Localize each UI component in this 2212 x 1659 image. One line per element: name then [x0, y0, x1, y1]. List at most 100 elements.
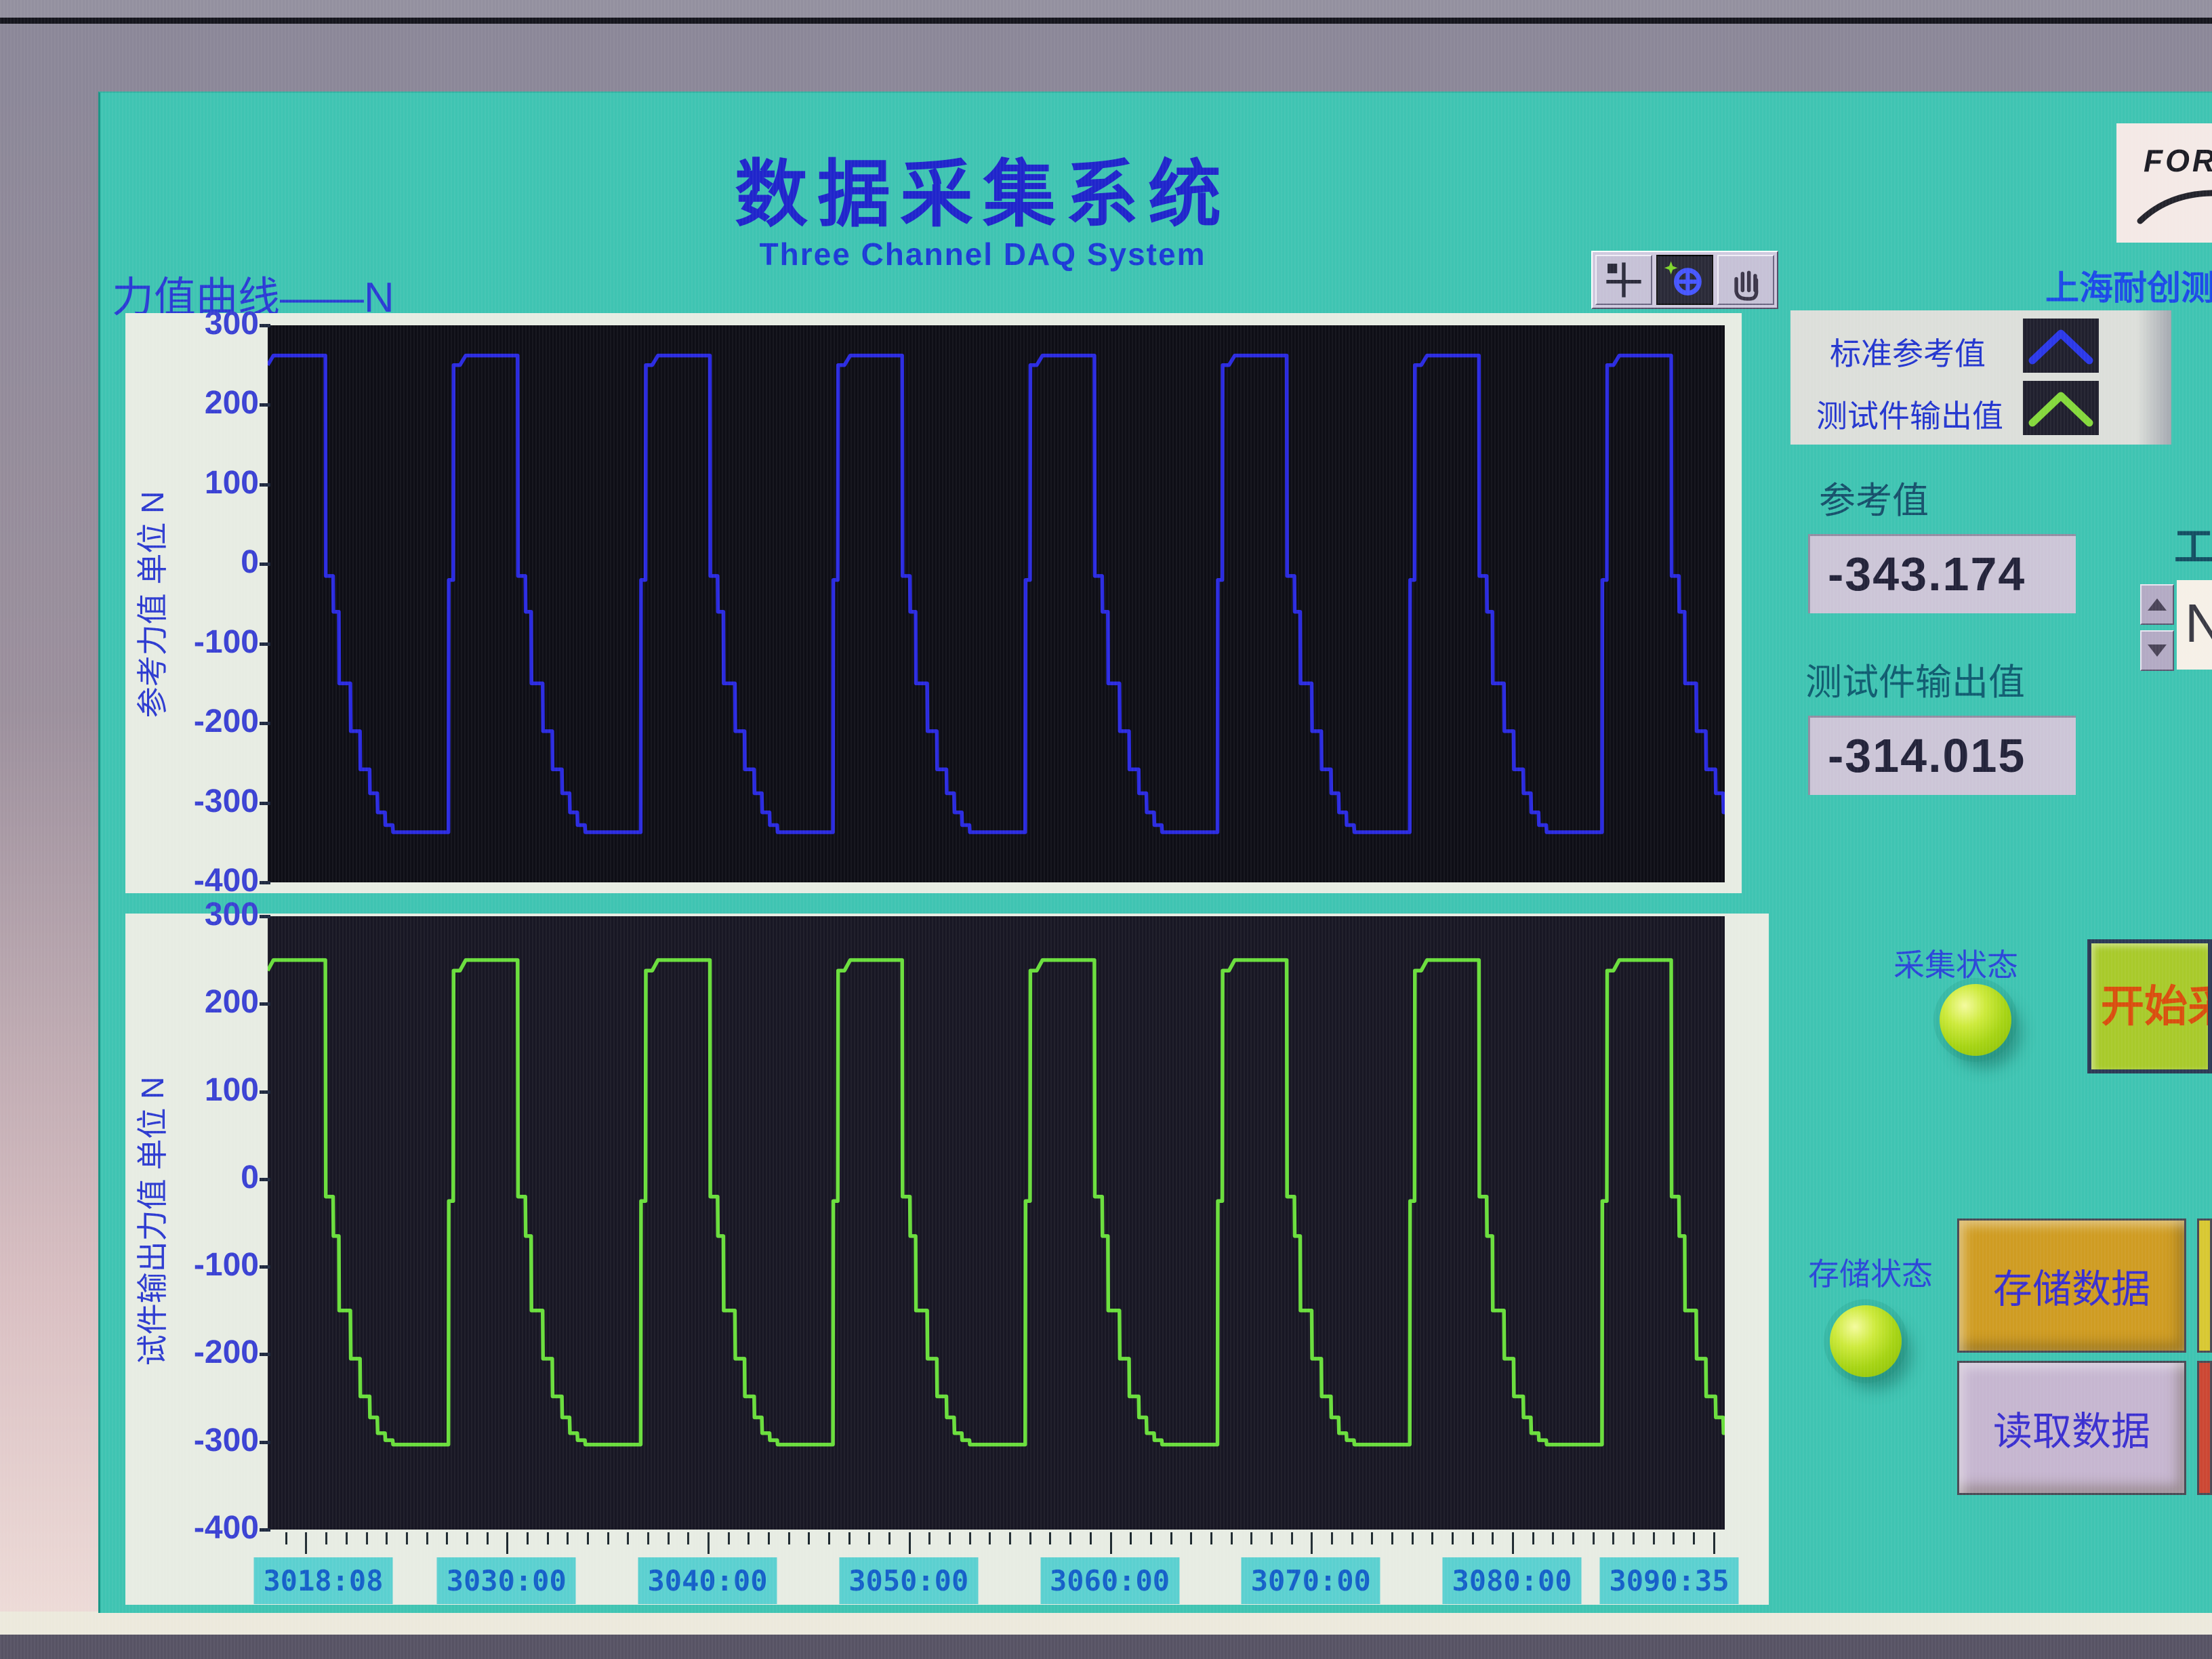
zoom-icon [1664, 259, 1706, 301]
plot-legend: 标准参考值 测试件输出值 [1790, 310, 2171, 445]
x-tick-mark [868, 1532, 870, 1544]
unit-value-text: N [2177, 580, 2212, 667]
waveform-line [268, 960, 1725, 1445]
legend-swatch-dut[interactable] [2023, 381, 2099, 435]
x-tick-mark [728, 1532, 730, 1544]
x-tick-mark [1029, 1532, 1031, 1544]
x-tick-label: 3040:00 [638, 1557, 777, 1604]
y-tick-mark [260, 1265, 270, 1269]
y-tick-mark [260, 1090, 270, 1094]
zoom-tool-button[interactable] [1656, 255, 1713, 305]
y-tick-label: -400 [130, 862, 259, 899]
y-tick-mark [260, 1178, 270, 1181]
x-tick-mark [768, 1532, 770, 1544]
x-tick-mark [747, 1532, 750, 1544]
legend-row-dut: 测试件输出值 [1790, 377, 2171, 439]
x-tick-mark [888, 1532, 890, 1544]
reference-value-display[interactable]: -343.174 [1808, 534, 2076, 613]
waveform-line [268, 356, 1725, 832]
x-tick-mark [828, 1532, 830, 1544]
x-tick-mark [1331, 1532, 1333, 1544]
x-tick-mark [708, 1532, 710, 1554]
unit-selector-value[interactable]: N [2177, 580, 2212, 670]
reference-value-text: -343.174 [1810, 536, 2076, 612]
x-tick-mark [567, 1532, 569, 1544]
x-tick-mark [1391, 1532, 1393, 1544]
daq-screen: 数据采集系统 Three Channel DAQ System 力值曲线——N [0, 0, 2212, 1659]
x-tick-mark [1532, 1532, 1534, 1544]
photo-edge-top-2 [0, 24, 2212, 91]
photo-edge-bottom-dark [0, 1635, 2212, 1659]
x-tick-mark [1130, 1532, 1132, 1544]
y-tick-label: 100 [130, 1071, 259, 1109]
x-tick-mark [969, 1532, 971, 1544]
x-tick-mark [1291, 1532, 1293, 1544]
y-tick-mark [260, 1002, 270, 1006]
y-tick-mark [260, 722, 270, 725]
x-tick-label: 3060:00 [1040, 1557, 1179, 1604]
dut-waveform [268, 916, 1725, 1530]
x-tick-mark [547, 1532, 549, 1544]
y-tick-mark [260, 1528, 270, 1532]
x-tick-mark [1612, 1532, 1614, 1544]
photo-edge-top [0, 0, 2212, 18]
hand-icon [1725, 259, 1767, 301]
x-tick-mark [487, 1532, 489, 1544]
x-tick-mark [668, 1532, 670, 1544]
x-tick-mark [1412, 1532, 1414, 1544]
x-tick-mark [1633, 1532, 1635, 1544]
y-tick-mark [260, 881, 270, 884]
y-tick-label: -200 [130, 1334, 259, 1371]
dut-value-label: 测试件输出值 [1805, 652, 2025, 705]
x-tick-mark [989, 1532, 991, 1544]
y-tick-label: 100 [130, 464, 259, 501]
read-data-button[interactable]: 读取数据 [1957, 1361, 2186, 1495]
save-button-label: 存储数据 [1993, 1257, 2150, 1314]
start-acquisition-button[interactable]: 开始采集 [2087, 939, 2212, 1073]
unit-decrement-button[interactable] [2140, 630, 2174, 671]
chevron-up-icon [2023, 381, 2099, 435]
legend-swatch-reference[interactable] [2023, 319, 2099, 373]
x-tick-mark [1572, 1532, 1574, 1544]
x-tick-mark [1351, 1532, 1353, 1544]
x-tick-mark [928, 1532, 930, 1544]
x-tick-label: 3080:00 [1443, 1557, 1582, 1604]
unit-increment-button[interactable] [2140, 584, 2174, 625]
x-tick-mark [1150, 1532, 1152, 1544]
y-tick-mark [260, 642, 270, 646]
y-tick-label: 0 [130, 544, 259, 581]
pan-tool-button[interactable] [1717, 255, 1774, 305]
y-tick-label: -100 [130, 623, 259, 661]
x-tick-mark [406, 1532, 408, 1544]
x-tick-mark [1452, 1532, 1454, 1544]
cursor-tool-button[interactable] [1595, 255, 1652, 305]
x-tick-mark [1653, 1532, 1655, 1544]
x-tick-mark [1371, 1532, 1373, 1544]
x-tick-label: 3018:08 [253, 1557, 392, 1604]
clipped-yellow-button[interactable] [2197, 1218, 2212, 1353]
y-tick-mark [260, 1353, 270, 1356]
x-tick-mark [325, 1532, 327, 1544]
clipped-red-button[interactable] [2197, 1361, 2212, 1495]
y-tick-mark [260, 802, 270, 805]
x-tick-label: 3050:00 [839, 1557, 978, 1604]
vendor-label: 上海耐创测试 [2045, 261, 2212, 310]
y-tick-mark [260, 915, 270, 918]
x-tick-mark [1593, 1532, 1595, 1544]
x-tick-mark [466, 1532, 468, 1544]
save-data-button[interactable]: 存储数据 [1957, 1218, 2186, 1353]
x-tick-mark [506, 1532, 508, 1554]
photo-edge-left [0, 91, 98, 1635]
y-tick-mark [260, 403, 270, 407]
x-tick-mark [446, 1532, 448, 1544]
x-tick-mark [1311, 1532, 1313, 1554]
x-tick-mark [1693, 1532, 1695, 1544]
x-tick-mark [587, 1532, 589, 1544]
x-tick-mark [1069, 1532, 1071, 1544]
y-tick-mark [260, 324, 270, 327]
unit-selector-label: 工 [2174, 515, 2212, 572]
y-tick-label: 300 [130, 896, 259, 933]
x-tick-mark [1431, 1532, 1433, 1544]
dut-value-display[interactable]: -314.015 [1808, 716, 2076, 795]
x-tick-mark [788, 1532, 790, 1544]
